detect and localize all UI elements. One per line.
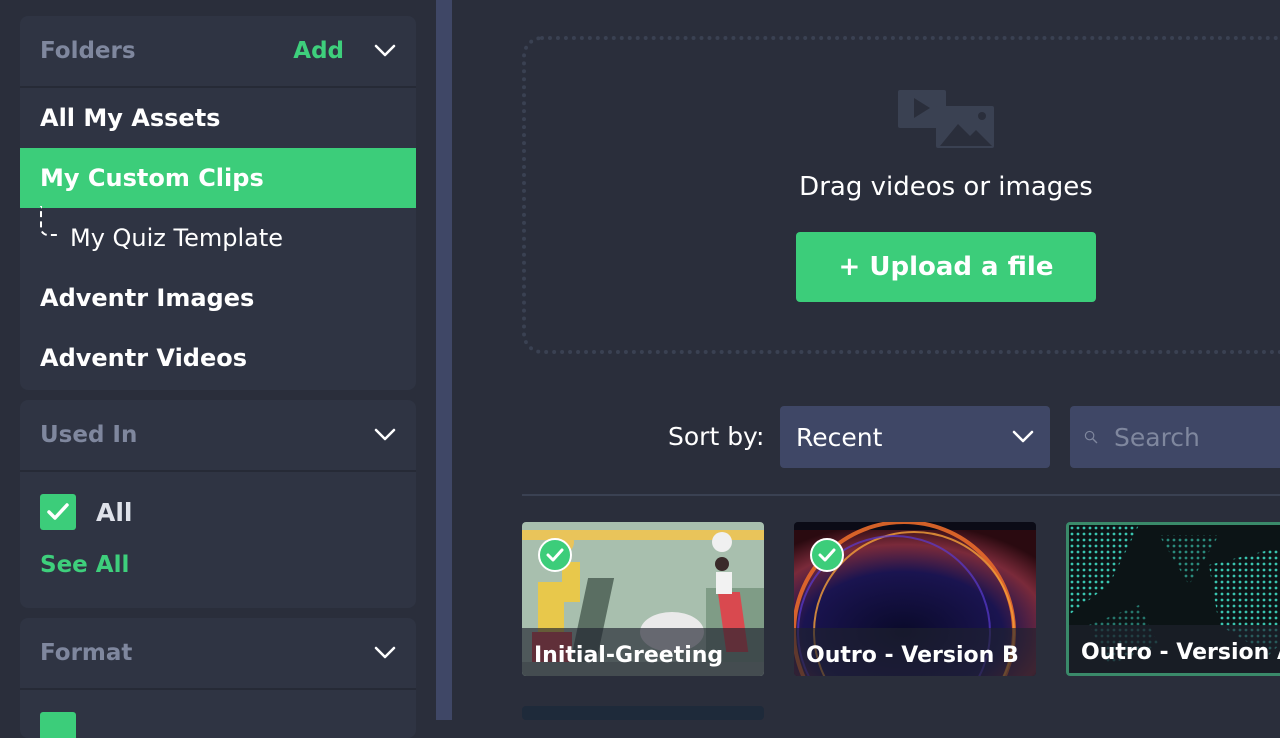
chevron-down-icon[interactable] [374, 428, 396, 442]
folder-item-label: My Quiz Template [70, 224, 284, 252]
format-header: Format [20, 618, 416, 690]
asset-title: Initial-Greeting [534, 643, 724, 668]
search-box[interactable] [1070, 406, 1280, 468]
all-checkbox-label: All [96, 497, 133, 527]
selected-badge [810, 538, 844, 572]
used-in-all-option[interactable]: All [20, 472, 416, 552]
all-checkbox[interactable] [40, 494, 76, 530]
asset-card-initial-greeting[interactable]: Initial-Greeting [522, 522, 764, 676]
format-title: Format [40, 640, 133, 666]
media-placeholder-icon [898, 90, 994, 148]
folders-panel: Folders Add All My Assets My Custom Clip… [20, 16, 416, 390]
asset-title: Outro - Version A [1081, 640, 1280, 665]
search-icon [1084, 430, 1098, 444]
folders-title: Folders [40, 38, 136, 64]
asset-card-outro-version-a[interactable]: Outro - Version A [1066, 522, 1280, 676]
used-in-panel: Used In All See All [20, 400, 416, 608]
folder-item-my-quiz-template[interactable]: My Quiz Template [20, 206, 416, 268]
add-folder-link[interactable]: Add [293, 38, 344, 64]
used-in-header: Used In [20, 400, 416, 472]
format-checkbox[interactable] [40, 712, 76, 738]
folder-item-my-custom-clips[interactable]: My Custom Clips [20, 148, 416, 208]
sort-dropdown[interactable]: Recent [780, 406, 1050, 468]
check-icon [47, 503, 69, 520]
folder-item-label: Adventr Images [40, 284, 255, 312]
see-all-link[interactable]: See All [20, 552, 416, 578]
folder-item-label: All My Assets [40, 104, 221, 132]
folders-header: Folders Add [20, 16, 416, 88]
chevron-down-icon[interactable] [374, 646, 396, 660]
dropzone-text: Drag videos or images [799, 172, 1093, 202]
used-in-title: Used In [40, 422, 138, 448]
folder-item-all-my-assets[interactable]: All My Assets [20, 88, 416, 148]
format-panel: Format [20, 618, 416, 738]
folder-item-adventr-videos[interactable]: Adventr Videos [20, 328, 416, 388]
search-input[interactable] [1112, 421, 1280, 453]
tree-connector [40, 206, 60, 236]
upload-file-button[interactable]: + Upload a file [796, 232, 1096, 302]
folder-item-label: Adventr Videos [40, 344, 248, 372]
asset-title: Outro - Version B [806, 643, 1019, 668]
sort-label: Sort by: [668, 422, 765, 451]
check-icon [818, 548, 836, 562]
toolbar-divider [522, 494, 1280, 496]
check-icon [546, 548, 564, 562]
selected-badge [538, 538, 572, 572]
folder-item-adventr-images[interactable]: Adventr Images [20, 268, 416, 328]
asset-card-outro-version-b[interactable]: Outro - Version B [794, 522, 1036, 676]
sort-value: Recent [796, 422, 883, 452]
asset-card-partial[interactable] [522, 706, 764, 720]
folder-item-label: My Custom Clips [40, 164, 264, 192]
chevron-down-icon[interactable] [374, 44, 396, 58]
chevron-down-icon [1012, 430, 1034, 443]
sidebar-divider[interactable] [436, 0, 452, 720]
